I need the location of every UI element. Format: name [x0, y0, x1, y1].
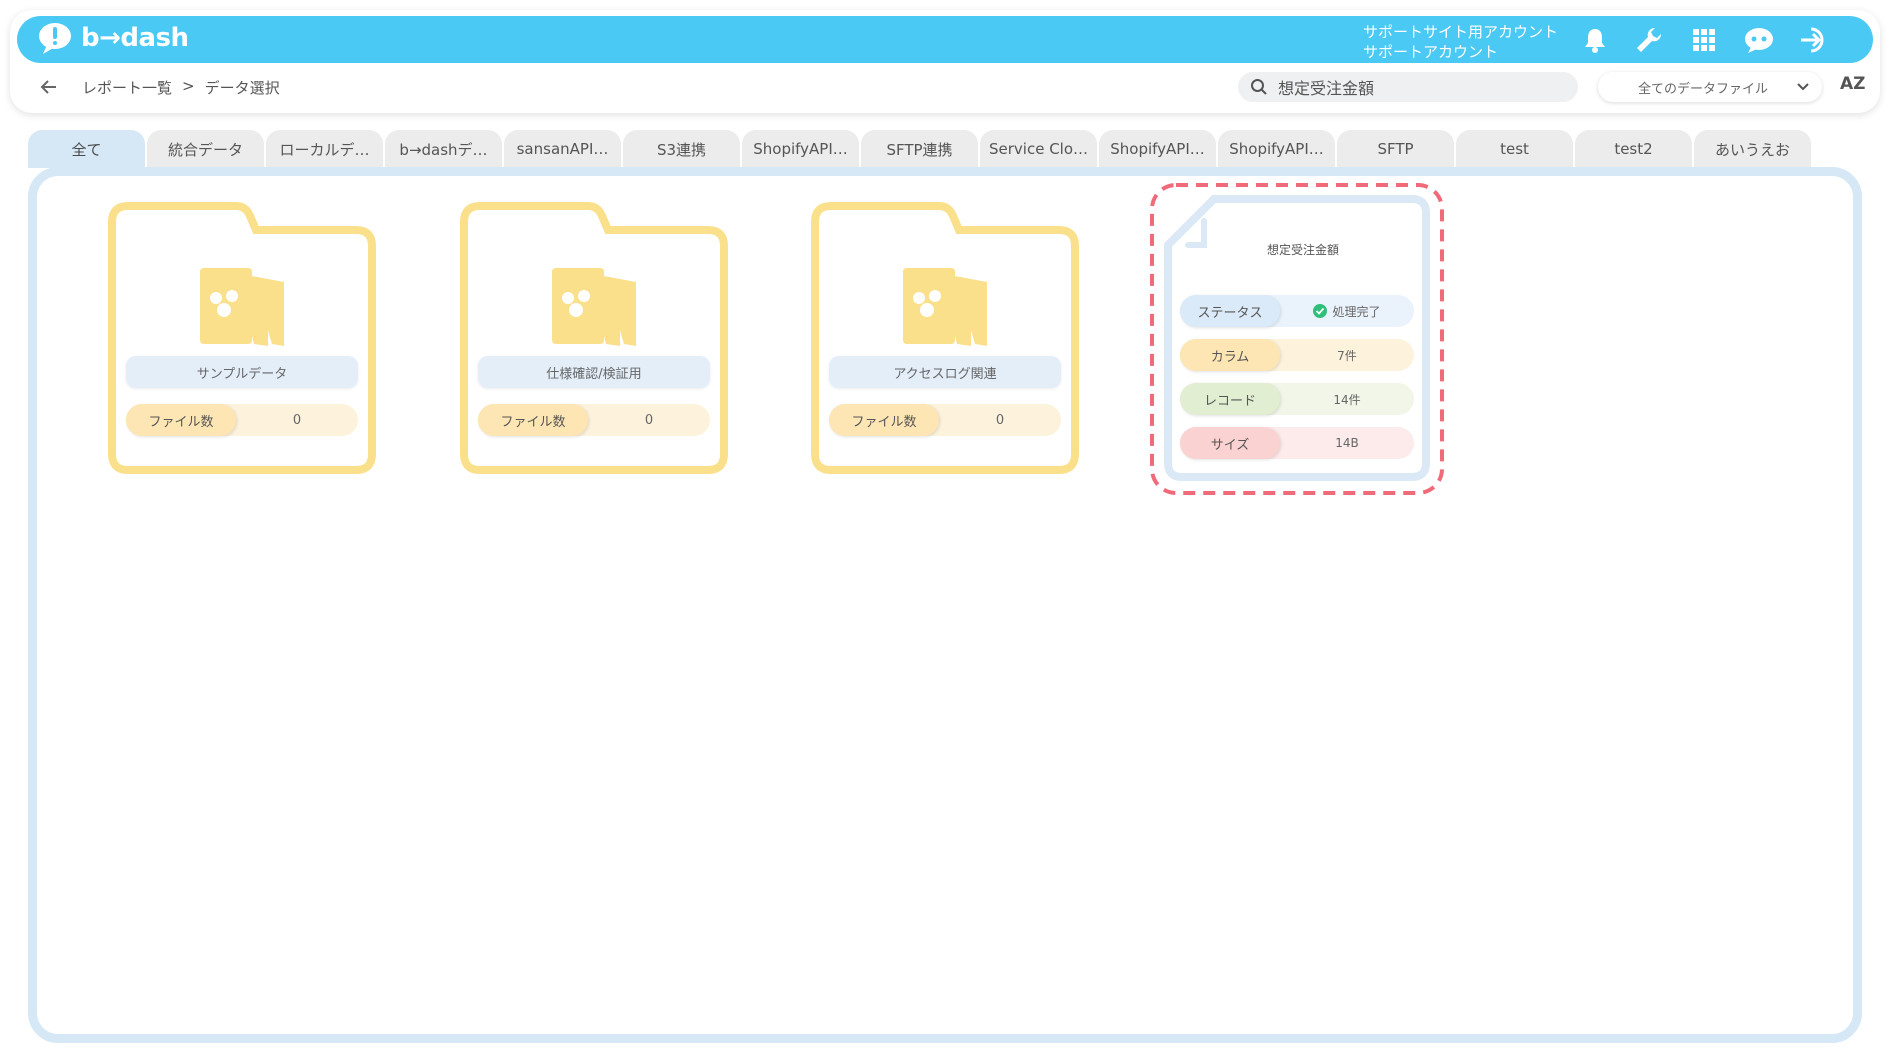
tab-bdash-data[interactable]: b→dashデ… — [385, 130, 502, 168]
tab-shopify-api-1[interactable]: ShopifyAPI… — [742, 130, 859, 168]
logout-icon[interactable] — [1799, 24, 1831, 56]
file-count-value: 0 — [995, 412, 1005, 428]
account-site-name: サポートサイト用アカウント — [1363, 23, 1559, 41]
status-label: ステータス — [1180, 295, 1280, 327]
account-user-name: サポートアカウント — [1363, 43, 1499, 61]
folder-files-icon — [200, 268, 284, 346]
tab-s3[interactable]: S3連携 — [623, 130, 740, 168]
file-count-label: ファイル数 — [126, 404, 236, 436]
tab-aiueo[interactable]: あいうえお — [1694, 130, 1811, 168]
record-row: レコード 14件 — [1180, 383, 1414, 415]
folder-name: サンプルデータ — [126, 356, 358, 388]
data-file-filter-select[interactable]: 全てのデータファイル — [1598, 72, 1822, 102]
size-value: 14B — [1335, 436, 1359, 450]
tab-sftp[interactable]: SFTP — [1337, 130, 1454, 168]
check-circle-icon — [1313, 304, 1328, 318]
file-count: ファイル数 0 — [478, 404, 710, 436]
search-input[interactable] — [1278, 77, 1558, 97]
folder-files-icon — [552, 268, 636, 346]
folder-name: 仕様確認/検証用 — [478, 356, 710, 388]
breadcrumb-current: データ選択 — [204, 79, 280, 97]
folder-card[interactable]: サンプルデータ ファイル数 0 — [104, 200, 380, 476]
sub-toolbar: レポート一覧 > データ選択 全てのデータファイル AZ — [10, 64, 1880, 110]
tab-local-data[interactable]: ローカルデ… — [266, 130, 383, 168]
top-bar: b→dash サポートサイト用アカウント サポートアカウント — [17, 16, 1873, 63]
search-box[interactable] — [1238, 72, 1578, 102]
column-label: カラム — [1180, 339, 1280, 371]
status-value: 処理完了 — [1280, 303, 1414, 320]
record-value: 14件 — [1333, 392, 1361, 407]
search-icon — [1251, 79, 1267, 95]
tab-sansan-api[interactable]: sansanAPI… — [504, 130, 621, 168]
bell-icon[interactable] — [1579, 24, 1611, 56]
breadcrumb-separator: > — [182, 77, 195, 95]
file-count: ファイル数 0 — [829, 404, 1061, 436]
column-value: 7件 — [1337, 348, 1357, 363]
tab-integrated-data[interactable]: 統合データ — [147, 130, 264, 168]
size-label: サイズ — [1180, 427, 1280, 459]
folder-card[interactable]: 仕様確認/検証用 ファイル数 0 — [456, 200, 732, 476]
chevron-down-icon — [1797, 83, 1809, 91]
tab-sftp-link[interactable]: SFTP連携 — [861, 130, 978, 168]
file-count-label: ファイル数 — [478, 404, 588, 436]
file-name: 想定受注金額 — [1266, 243, 1339, 257]
filter-selected-value: 全てのデータファイル — [1638, 81, 1769, 97]
tab-test[interactable]: test — [1456, 130, 1573, 168]
column-row: カラム 7件 — [1180, 339, 1414, 371]
size-row: サイズ 14B — [1180, 427, 1414, 459]
folder-card[interactable]: アクセスログ関連 ファイル数 0 — [807, 200, 1083, 476]
tab-test2[interactable]: test2 — [1575, 130, 1692, 168]
wrench-icon[interactable] — [1633, 24, 1665, 56]
logo-text: b→dash — [81, 23, 189, 53]
data-file-card[interactable]: 想定受注金額 ステータス 処理完了 カラム 7件 レコード 14件 サイズ 14… — [1148, 181, 1446, 497]
status-text: 処理完了 — [1332, 304, 1381, 319]
account-info[interactable]: サポートサイト用アカウント サポートアカウント — [1363, 22, 1558, 62]
file-count-value: 0 — [644, 412, 654, 428]
tab-all[interactable]: 全て — [28, 130, 145, 168]
grid-icon[interactable] — [1688, 24, 1720, 56]
file-count-label: ファイル数 — [829, 404, 939, 436]
tab-shopify-api-3[interactable]: ShopifyAPI… — [1218, 130, 1335, 168]
folder-files-icon — [903, 268, 987, 346]
back-arrow-icon[interactable] — [38, 76, 60, 98]
sort-az-button[interactable]: AZ — [1840, 74, 1865, 94]
app-header: b→dash サポートサイト用アカウント サポートアカウント レポート一覧 > … — [10, 10, 1880, 113]
logo-bubble-icon — [39, 23, 71, 54]
record-label: レコード — [1180, 383, 1280, 415]
file-count: ファイル数 0 — [126, 404, 358, 436]
category-tabs: 全て 統合データ ローカルデ… b→dashデ… sansanAPI… S3連携… — [28, 130, 1813, 168]
chat-bot-icon[interactable] — [1743, 24, 1775, 56]
breadcrumb: レポート一覧 > データ選択 — [82, 77, 280, 98]
tab-service-cloud[interactable]: Service Clo… — [980, 130, 1097, 168]
file-count-value: 0 — [292, 412, 302, 428]
folder-name: アクセスログ関連 — [829, 356, 1061, 388]
breadcrumb-report-list[interactable]: レポート一覧 — [82, 77, 172, 98]
tab-shopify-api-2[interactable]: ShopifyAPI… — [1099, 130, 1216, 168]
status-row: ステータス 処理完了 — [1180, 295, 1414, 327]
brand-logo[interactable]: b→dash — [37, 21, 189, 55]
